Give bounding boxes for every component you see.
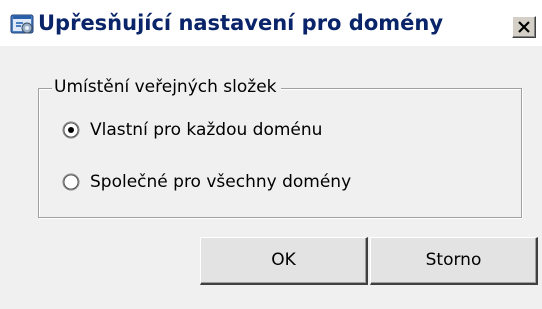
- radio-label-shared: Společné pro všechny domény: [90, 172, 352, 192]
- ok-button[interactable]: OK: [200, 237, 368, 285]
- title-bar[interactable]: Upřesňující nastavení pro domény: [0, 0, 542, 46]
- close-icon: [518, 21, 530, 33]
- radio-label-per-domain: Vlastní pro každou doménu: [90, 120, 323, 140]
- cancel-button[interactable]: Storno: [370, 237, 538, 285]
- radio-button-selected[interactable]: [62, 121, 80, 139]
- radio-button-unselected[interactable]: [62, 173, 80, 191]
- cancel-button-label: Storno: [425, 250, 482, 270]
- window-title: Upřesňující nastavení pro domény: [38, 11, 444, 35]
- groupbox-legend: Umístění veřejných složek: [52, 75, 281, 99]
- close-button[interactable]: [512, 16, 536, 38]
- public-folders-groupbox: [38, 88, 522, 218]
- ok-button-label: OK: [271, 250, 296, 270]
- settings-window-icon: [10, 13, 36, 37]
- dialog-window: Upřesňující nastavení pro domény Umístěn…: [0, 0, 542, 309]
